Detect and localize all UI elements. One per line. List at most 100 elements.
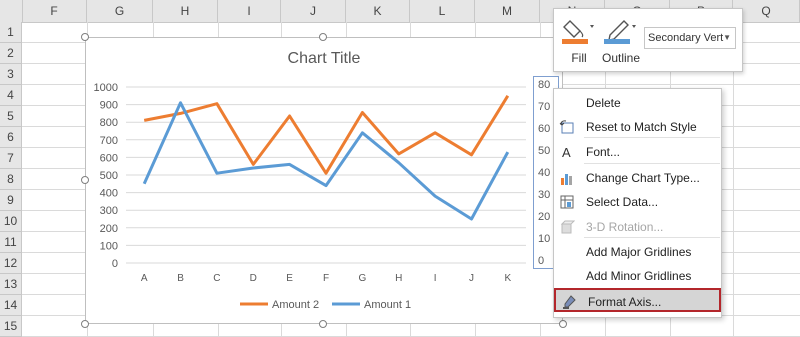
resize-handle-top-left[interactable] (81, 33, 89, 41)
column-header-G[interactable]: G (87, 0, 153, 22)
resize-handle-top[interactable] (319, 33, 327, 41)
x-tick-label: B (177, 273, 184, 284)
y-tick-label: 300 (100, 205, 118, 217)
pencil-icon (604, 20, 636, 44)
secondary-axis-tick-label: 50 (538, 145, 551, 157)
row-header-3[interactable]: 3 (0, 64, 22, 85)
column-header-I[interactable]: I (218, 0, 281, 22)
x-tick-label: G (358, 273, 366, 284)
select-data-icon (559, 194, 575, 210)
secondary-axis-tick-label: 30 (538, 189, 551, 201)
column-header-L[interactable]: L (410, 0, 475, 22)
x-tick-label: C (213, 273, 220, 284)
row-header-9[interactable]: 9 (0, 190, 22, 211)
y-tick-label: 700 (100, 135, 118, 147)
x-tick-label: J (469, 273, 474, 284)
fill-button[interactable]: Fill (558, 15, 600, 67)
row-header-12[interactable]: 12 (0, 253, 22, 274)
column-header-K[interactable]: K (346, 0, 410, 22)
column-header-F[interactable]: F (22, 0, 87, 22)
menu-item-reset-to-match-style[interactable]: Reset to Match Style (554, 115, 721, 139)
y-tick-label: 100 (100, 240, 118, 252)
secondary-axis-tick-label: 70 (538, 101, 551, 113)
y-tick-label: 500 (100, 170, 118, 182)
chart-plot[interactable]: 10009008007006005004003002001000A B C D E F G H… (86, 38, 564, 325)
chart-element-select-value: Secondary Vert (648, 32, 724, 44)
secondary-axis-tick-label: 20 (538, 211, 551, 223)
menu-item-delete[interactable]: Delete (554, 91, 721, 115)
resize-handle-bottom-right[interactable] (559, 320, 567, 328)
menu-item-format-axis[interactable]: Format Axis... (554, 288, 721, 312)
row-header-4[interactable]: 4 (0, 85, 22, 106)
paint-bucket-icon (562, 20, 594, 44)
menu-item-label: Font... (586, 145, 621, 159)
menu-separator (584, 163, 720, 164)
y-tick-label: 400 (100, 188, 118, 200)
menu-item-select-data[interactable]: Select Data... (554, 190, 721, 214)
resize-handle-left[interactable] (81, 176, 89, 184)
series-line-amount-2[interactable] (143, 95, 510, 175)
x-tick-label: A (141, 273, 148, 284)
outline-button[interactable]: Outline (600, 15, 642, 67)
font-icon: A (559, 144, 575, 160)
chart-area[interactable]: Chart Title 1000 900 800 700 600 500 400 300 200… (85, 37, 563, 324)
resize-handle-bottom[interactable] (319, 320, 327, 328)
row-header-1[interactable]: 1 (0, 22, 22, 43)
resize-handle-bottom-left[interactable] (81, 320, 89, 328)
secondary-axis-tick-label: 80 (538, 79, 551, 91)
fill-label: Fill (571, 51, 587, 65)
secondary-axis-tick-label: 40 (538, 167, 551, 179)
legend-entry[interactable]: Amount 2 (272, 299, 319, 311)
y-tick-label: 600 (100, 152, 118, 164)
row-header-14[interactable]: 14 (0, 295, 22, 316)
row-header-15[interactable]: 15 (0, 316, 22, 337)
secondary-axis-tick-label: 60 (538, 123, 551, 135)
series-line-amount-1[interactable] (142, 101, 510, 221)
row-header-8[interactable]: 8 (0, 169, 22, 190)
select-all-corner[interactable] (0, 0, 23, 22)
chart-element-select[interactable]: Secondary Vert ▼ (644, 27, 736, 49)
menu-item-change-chart-type[interactable]: Change Chart Type... (554, 166, 721, 190)
y-tick-label: 900 (100, 100, 118, 112)
menu-item-3-d-rotation: 3-D Rotation... (554, 215, 721, 239)
format-mini-toolbar: Fill Outline Secondary Vert ▼ (553, 8, 743, 72)
column-header-M[interactable]: M (475, 0, 540, 22)
menu-item-label: Add Major Gridlines (586, 245, 692, 259)
menu-separator (584, 237, 720, 238)
outline-label: Outline (601, 51, 641, 65)
format-axis-icon (561, 294, 577, 310)
row-header-7[interactable]: 7 (0, 148, 22, 169)
svg-text:A: A (562, 145, 571, 160)
menu-item-label: Delete (586, 96, 621, 110)
menu-item-label: Format Axis... (588, 295, 662, 309)
row-header-10[interactable]: 10 (0, 211, 22, 232)
x-tick-label: D (250, 273, 257, 284)
menu-item-add-minor-gridlines[interactable]: Add Minor Gridlines (554, 264, 721, 288)
y-tick-label: 800 (100, 117, 118, 129)
x-tick-label: K (504, 273, 511, 284)
x-tick-label: E (286, 273, 293, 284)
row-header-11[interactable]: 11 (0, 232, 22, 253)
row-header-13[interactable]: 13 (0, 274, 22, 295)
row-header-2[interactable]: 2 (0, 43, 22, 64)
x-tick-label: H (395, 273, 402, 284)
y-tick-label: 0 (112, 258, 118, 270)
context-menu: Delete Reset to Match Style A Font... Change… (553, 88, 722, 318)
menu-item-label: Add Minor Gridlines (586, 269, 692, 283)
x-tick-label: I (434, 273, 437, 284)
menu-item-label: Reset to Match Style (586, 120, 697, 134)
menu-item-add-major-gridlines[interactable]: Add Major Gridlines (554, 240, 721, 264)
chevron-down-icon: ▼ (723, 33, 731, 42)
row-header-6[interactable]: 6 (0, 127, 22, 148)
menu-item-label: 3-D Rotation... (586, 220, 664, 234)
chart-type-icon (559, 170, 575, 186)
menu-item-font[interactable]: A Font... (554, 140, 721, 164)
secondary-axis-tick-label: 0 (538, 255, 545, 267)
legend-entry[interactable]: Amount 1 (364, 299, 411, 311)
column-header-J[interactable]: J (281, 0, 346, 22)
row-header-5[interactable]: 5 (0, 106, 22, 127)
column-header-H[interactable]: H (153, 0, 218, 22)
secondary-axis-tick-label: 10 (538, 233, 551, 245)
column-header-Q[interactable]: Q (733, 0, 800, 22)
menu-item-label: Select Data... (586, 195, 659, 209)
